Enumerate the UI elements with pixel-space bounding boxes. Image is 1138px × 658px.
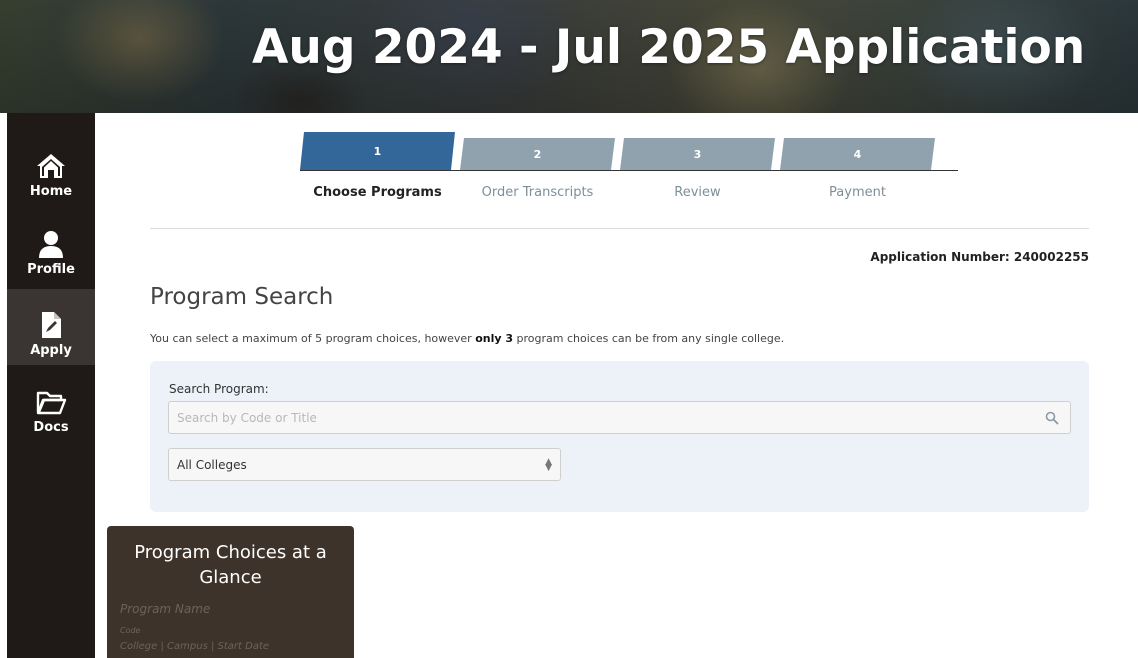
sidebar-item-profile[interactable]: Profile <box>7 208 95 284</box>
home-icon <box>37 154 65 178</box>
program-choices-glance: Program Choices at a Glance Program Name… <box>107 526 354 658</box>
step-label: Review <box>674 185 721 200</box>
program-search-title: Program Search <box>150 284 334 310</box>
college-select[interactable]: All Colleges ▲ ▼ <box>168 448 561 481</box>
sidebar-item-label: Apply <box>30 343 72 358</box>
sidebar-item-home[interactable]: Home <box>7 130 95 206</box>
folder-open-icon <box>36 391 67 415</box>
application-number: Application Number: 240002255 <box>870 250 1089 264</box>
notice-text-prefix: You can select a maximum of 5 program ch… <box>150 332 476 345</box>
step-payment[interactable]: 4 Payment <box>780 132 940 212</box>
page-title: Aug 2024 - Jul 2025 Application <box>252 20 1086 75</box>
application-steps: 1 Choose Programs 2 Order Transcripts 3 … <box>300 132 960 212</box>
search-icon[interactable] <box>1045 411 1059 425</box>
program-search-panel: Search Program: All Colleges ▲▼ <box>150 361 1089 512</box>
sidebar-nav: Home Profile Apply Docs <box>7 113 95 658</box>
step-label: Choose Programs <box>313 185 442 200</box>
sidebar-item-docs[interactable]: Docs <box>7 366 95 442</box>
step-label: Payment <box>829 185 886 200</box>
step-number: 1 <box>300 132 455 170</box>
section-divider <box>150 228 1089 229</box>
step-number: 3 <box>620 138 775 170</box>
search-input[interactable] <box>168 401 1071 434</box>
notice-text-bold: only 3 <box>475 332 514 345</box>
step-number: 4 <box>780 138 935 170</box>
step-review[interactable]: 3 Review <box>620 132 780 212</box>
glance-program-meta: College | Campus | Start Date <box>120 641 270 652</box>
sidebar-item-apply[interactable]: Apply <box>7 289 95 365</box>
document-edit-icon <box>42 312 61 338</box>
sidebar-item-label: Profile <box>27 262 75 277</box>
sidebar-item-label: Home <box>29 184 73 199</box>
notice-text-suffix: program choices can be from any single c… <box>513 332 785 345</box>
sort-caret-icon: ▲ ▼ <box>545 457 552 473</box>
sidebar-item-label: Docs <box>33 420 69 435</box>
search-program-label: Search Program: <box>169 382 269 396</box>
header-banner: Aug 2024 - Jul 2025 Application <box>0 0 1138 113</box>
glance-title: Program Choices at a Glance <box>134 542 327 588</box>
program-limit-notice: You can select a maximum of 5 program ch… <box>150 332 784 345</box>
glance-program-name: Program Name <box>120 602 211 616</box>
step-choose-programs[interactable]: 1 Choose Programs <box>300 132 460 212</box>
step-order-transcripts[interactable]: 2 Order Transcripts <box>460 132 620 212</box>
step-label: Order Transcripts <box>481 185 594 200</box>
step-number: 2 <box>460 138 615 170</box>
college-select-value: All Colleges <box>177 457 247 472</box>
glance-program-code: Code <box>120 626 141 635</box>
user-icon <box>39 231 63 258</box>
